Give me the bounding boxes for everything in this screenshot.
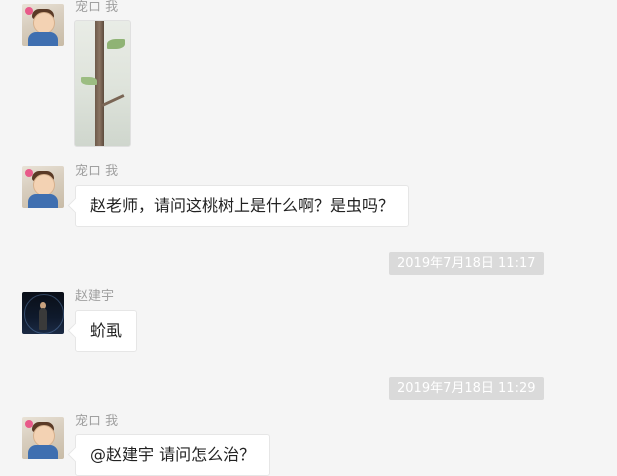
avatar[interactable] — [22, 4, 64, 46]
message-bubble[interactable]: @赵建宇 请问怎么治？ — [75, 434, 271, 476]
tree-photo[interactable] — [74, 20, 131, 147]
timestamp: 2019年7月18日 11:29 — [389, 377, 544, 400]
avatar[interactable] — [22, 166, 64, 208]
sender-name: 宠ロ 我 — [75, 0, 119, 15]
sender-name: 宠ロ 我 — [75, 414, 119, 429]
timestamp: 2019年7月18日 11:17 — [389, 252, 544, 275]
avatar[interactable] — [22, 292, 64, 334]
sender-name: 赵建宇 — [75, 289, 115, 304]
message-bubble[interactable]: 赵老师，请问这桃树上是什么啊？是虫吗？ — [75, 185, 410, 227]
sender-name: 宠ロ 我 — [75, 164, 119, 179]
avatar[interactable] — [22, 417, 64, 459]
message-bubble[interactable]: 蚧虱 — [75, 310, 138, 352]
